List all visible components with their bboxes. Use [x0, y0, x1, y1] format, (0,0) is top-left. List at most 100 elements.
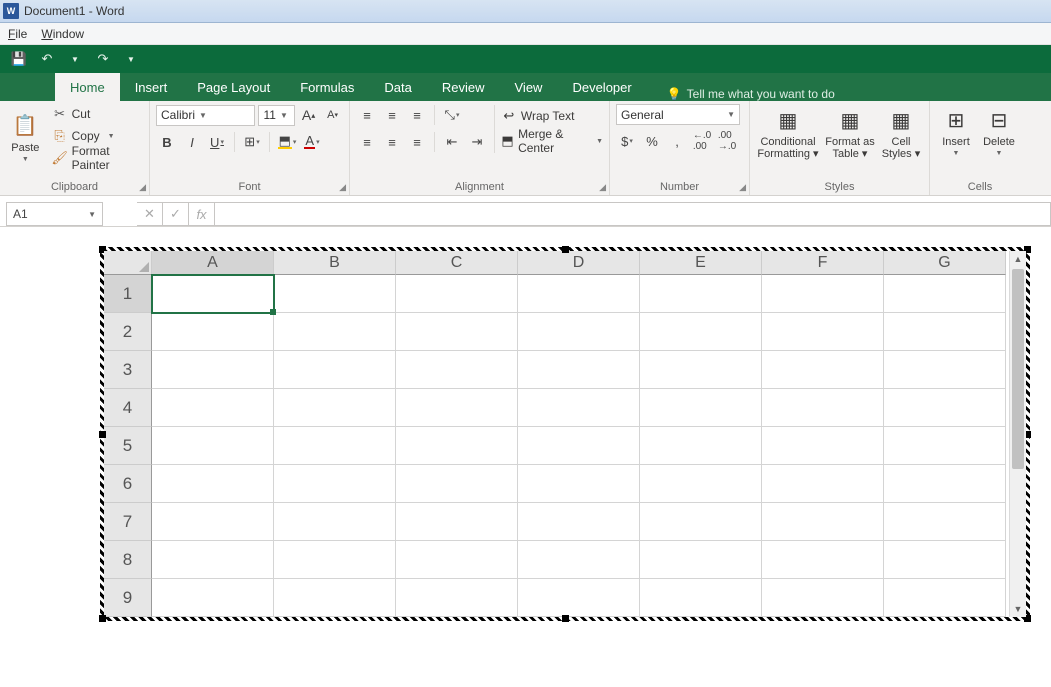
embedded-spreadsheet-object[interactable]: ABCDEFG 123456789 ▲ ▼ [100, 247, 1030, 621]
row-header-7[interactable]: 7 [104, 503, 152, 541]
cell-A9[interactable] [152, 579, 274, 617]
cell-F3[interactable] [762, 351, 884, 389]
cell-C4[interactable] [396, 389, 518, 427]
cut-button[interactable]: ✂Cut [52, 104, 143, 124]
cell-E8[interactable] [640, 541, 762, 579]
shrink-font-button[interactable]: A▾ [322, 104, 343, 126]
column-header-G[interactable]: G [884, 251, 1006, 275]
align-top-button[interactable]: ≡ [356, 104, 378, 126]
align-middle-button[interactable]: ≡ [381, 104, 403, 126]
cell-D7[interactable] [518, 503, 640, 541]
column-header-A[interactable]: A [152, 251, 274, 275]
scroll-up-icon[interactable]: ▲ [1010, 251, 1026, 267]
resize-handle[interactable] [562, 615, 569, 622]
row-header-1[interactable]: 1 [104, 275, 152, 313]
cell-G1[interactable] [884, 275, 1006, 313]
copy-button[interactable]: ⎘Copy▼ [52, 126, 143, 146]
cell-B9[interactable] [274, 579, 396, 617]
cell-F7[interactable] [762, 503, 884, 541]
row-header-4[interactable]: 4 [104, 389, 152, 427]
name-box[interactable]: A1 ▼ [6, 202, 103, 226]
cell-B5[interactable] [274, 427, 396, 465]
cell-D4[interactable] [518, 389, 640, 427]
tab-review[interactable]: Review [427, 73, 500, 101]
scroll-down-icon[interactable]: ▼ [1010, 601, 1026, 617]
tab-formulas[interactable]: Formulas [285, 73, 369, 101]
cell-B8[interactable] [274, 541, 396, 579]
decrease-decimal-button[interactable]: .00→.0 [716, 130, 738, 152]
cell-C2[interactable] [396, 313, 518, 351]
redo-icon[interactable]: ↷ [92, 48, 114, 70]
fill-color-button[interactable]: ⬒ [276, 131, 298, 153]
cell-A2[interactable] [152, 313, 274, 351]
cell-D5[interactable] [518, 427, 640, 465]
cell-D2[interactable] [518, 313, 640, 351]
row-header-8[interactable]: 8 [104, 541, 152, 579]
cell-G9[interactable] [884, 579, 1006, 617]
cell-F6[interactable] [762, 465, 884, 503]
tab-page-layout[interactable]: Page Layout [182, 73, 285, 101]
cell-D3[interactable] [518, 351, 640, 389]
cell-C3[interactable] [396, 351, 518, 389]
cell-C8[interactable] [396, 541, 518, 579]
cell-F1[interactable] [762, 275, 884, 313]
save-icon[interactable]: 💾 [8, 48, 30, 70]
cell-B1[interactable] [274, 275, 396, 313]
cell-G3[interactable] [884, 351, 1006, 389]
tell-me-search[interactable]: 💡 Tell me what you want to do [667, 87, 835, 101]
cell-E2[interactable] [640, 313, 762, 351]
currency-button[interactable]: $ [616, 130, 638, 152]
row-header-9[interactable]: 9 [104, 579, 152, 617]
delete-cells-button[interactable]: ⊟ Delete ▼ [979, 104, 1019, 157]
insert-cells-button[interactable]: ⊞ Insert ▼ [936, 104, 976, 157]
column-header-C[interactable]: C [396, 251, 518, 275]
undo-icon[interactable]: ↶ [36, 48, 58, 70]
cell-C6[interactable] [396, 465, 518, 503]
grow-font-button[interactable]: A▴ [298, 104, 319, 126]
cell-D8[interactable] [518, 541, 640, 579]
wrap-text-button[interactable]: ↩Wrap Text [501, 106, 603, 126]
cell-A4[interactable] [152, 389, 274, 427]
percent-button[interactable]: % [641, 130, 663, 152]
cell-E9[interactable] [640, 579, 762, 617]
font-size-dropdown[interactable]: 11▼ [258, 105, 295, 126]
decrease-indent-button[interactable]: ⇤ [441, 131, 463, 153]
bold-button[interactable]: B [156, 131, 178, 153]
cell-E6[interactable] [640, 465, 762, 503]
cell-G2[interactable] [884, 313, 1006, 351]
merge-center-button[interactable]: ⬒Merge & Center▼ [501, 131, 603, 151]
row-header-2[interactable]: 2 [104, 313, 152, 351]
column-header-D[interactable]: D [518, 251, 640, 275]
cell-G8[interactable] [884, 541, 1006, 579]
qat-customize-icon[interactable]: ▼ [120, 48, 142, 70]
cell-D6[interactable] [518, 465, 640, 503]
insert-function-button[interactable]: fx [189, 202, 215, 226]
cell-F8[interactable] [762, 541, 884, 579]
dialog-launcher-icon[interactable]: ◢ [139, 182, 146, 193]
row-header-5[interactable]: 5 [104, 427, 152, 465]
underline-button[interactable]: U [206, 131, 228, 153]
cell-F5[interactable] [762, 427, 884, 465]
align-left-button[interactable]: ≡ [356, 131, 378, 153]
cell-G5[interactable] [884, 427, 1006, 465]
cell-A5[interactable] [152, 427, 274, 465]
cell-E5[interactable] [640, 427, 762, 465]
cell-A8[interactable] [152, 541, 274, 579]
align-bottom-button[interactable]: ≡ [406, 104, 428, 126]
cell-A1[interactable] [152, 275, 274, 313]
enter-formula-button[interactable]: ✓ [163, 202, 189, 226]
increase-indent-button[interactable]: ⇥ [466, 131, 488, 153]
row-header-6[interactable]: 6 [104, 465, 152, 503]
cell-E3[interactable] [640, 351, 762, 389]
cell-C7[interactable] [396, 503, 518, 541]
number-format-dropdown[interactable]: General▼ [616, 104, 740, 125]
cell-E7[interactable] [640, 503, 762, 541]
cell-F2[interactable] [762, 313, 884, 351]
cell-F4[interactable] [762, 389, 884, 427]
cell-D9[interactable] [518, 579, 640, 617]
resize-handle[interactable] [562, 246, 569, 253]
dialog-launcher-icon[interactable]: ◢ [739, 182, 746, 193]
row-header-3[interactable]: 3 [104, 351, 152, 389]
tab-home[interactable]: Home [55, 73, 120, 101]
format-painter-button[interactable]: 🖌Format Painter [52, 148, 143, 168]
